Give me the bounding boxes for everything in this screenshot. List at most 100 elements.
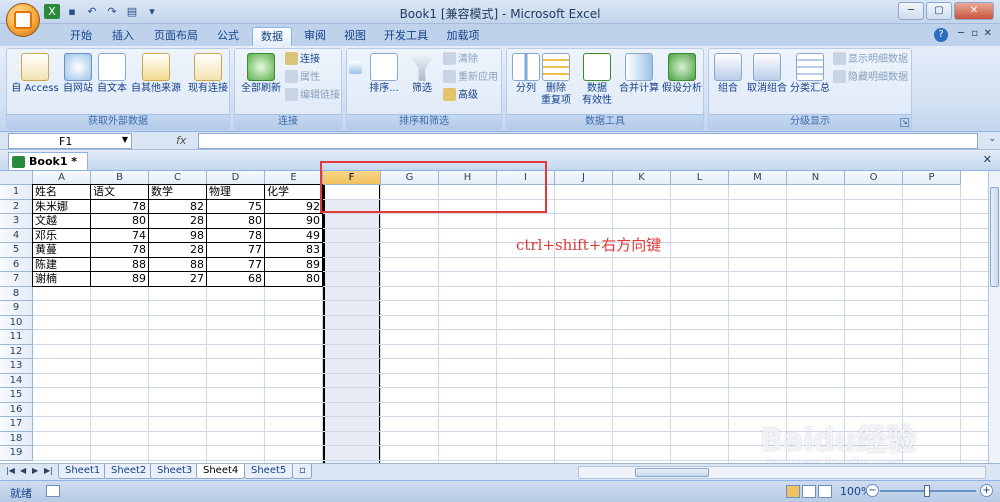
sort-button[interactable]: 排序... [369,53,399,95]
clear-filter-button[interactable]: 清除 [443,52,478,68]
help-icon[interactable]: ? [934,28,948,42]
row-header-1[interactable]: 1 [0,185,33,200]
row-header-18[interactable]: 18 [0,431,33,446]
subtotal-button[interactable]: 分类汇总 [789,53,831,95]
sheet-tab-2[interactable]: Sheet2 [104,464,154,479]
connections-button[interactable]: 连接 [285,52,320,68]
next-sheet-icon[interactable]: ▶ [32,466,38,475]
normal-view-icon[interactable] [786,485,800,498]
from-other-sources-button[interactable]: 自其他来源 [129,53,183,95]
remove-duplicates-button[interactable]: 删除 重复项 [541,53,571,107]
row-header-3[interactable]: 3 [0,214,33,229]
row-header-19[interactable]: 19 [0,446,33,461]
column-header-j[interactable]: J [555,171,613,185]
properties-button[interactable]: 属性 [285,70,320,86]
formula-input[interactable] [198,133,978,149]
vertical-scroll-thumb[interactable] [990,187,999,287]
consolidate-button[interactable]: 合并计算 [617,53,661,95]
data-validation-button[interactable]: 数据 有效性 [577,53,617,107]
existing-connections-button[interactable]: 现有连接 [187,53,229,95]
reapply-button[interactable]: 重新应用 [443,70,498,86]
sheet-tab-4[interactable]: Sheet4 [196,464,246,479]
zoom-slider-knob[interactable] [924,485,930,497]
formula-expand-icon[interactable]: ⌄ [988,134,996,144]
outline-dialog-launcher-icon[interactable]: ↘ [900,118,909,127]
insert-function-icon[interactable]: fx [176,134,186,147]
column-header-a[interactable]: A [33,171,91,185]
vertical-scrollbar[interactable] [988,171,1000,463]
what-if-analysis-button[interactable]: 假设分析 [661,53,703,95]
insert-sheet-icon[interactable]: ▫ [292,464,312,479]
from-web-button[interactable]: 自网站 [61,53,95,95]
sort-ascending-button[interactable] [349,61,364,77]
workbook-close-icon[interactable]: ✕ [983,153,992,166]
tab-insert[interactable]: 插入 [106,27,140,46]
edit-links-button[interactable]: 编辑链接 [285,88,340,104]
sheet-tab-5[interactable]: Sheet5 [244,464,294,479]
select-all-corner[interactable] [0,171,33,185]
column-header-l[interactable]: L [671,171,729,185]
row-header-4[interactable]: 4 [0,228,33,243]
row-header-9[interactable]: 9 [0,301,33,316]
zoom-in-icon[interactable]: + [980,484,993,497]
sheet-tab-1[interactable]: Sheet1 [58,464,108,479]
row-header-11[interactable]: 11 [0,330,33,345]
tab-addins[interactable]: 加载项 [440,27,486,46]
column-header-m[interactable]: M [729,171,787,185]
row-header-17[interactable]: 17 [0,417,33,432]
refresh-all-button[interactable]: 全部刷新 [237,53,285,95]
zoom-out-icon[interactable]: − [866,484,879,497]
maximize-button[interactable]: ▢ [926,2,952,20]
tab-page-layout[interactable]: 页面布局 [148,27,204,46]
macro-record-icon[interactable] [46,485,60,497]
row-header-15[interactable]: 15 [0,388,33,403]
hide-detail-button[interactable]: 隐藏明细数据 [833,70,908,86]
zoom-slider[interactable] [880,485,976,497]
row-header-8[interactable]: 8 [0,286,33,301]
ribbon-minimize-icon[interactable]: ─ [958,28,964,39]
show-detail-button[interactable]: 显示明细数据 [833,52,908,68]
close-button[interactable]: ✕ [954,2,994,20]
column-header-d[interactable]: D [207,171,265,185]
tab-data[interactable]: 数据 [252,27,292,46]
tab-view[interactable]: 视图 [338,27,372,46]
group-button[interactable]: 组合 [713,53,743,95]
page-break-view-icon[interactable] [818,485,832,498]
horizontal-scroll-thumb[interactable] [635,468,709,477]
from-access-button[interactable]: 自 Access [11,53,59,95]
ungroup-button[interactable]: 取消组合 [745,53,789,95]
column-header-e[interactable]: E [265,171,323,185]
row-header-13[interactable]: 13 [0,359,33,374]
row-header-10[interactable]: 10 [0,315,33,330]
row-header-6[interactable]: 6 [0,257,33,272]
column-header-k[interactable]: K [613,171,671,185]
horizontal-scrollbar[interactable] [578,466,986,479]
tab-formulas[interactable]: 公式 [210,27,246,46]
tab-developer[interactable]: 开发工具 [380,27,432,46]
minimize-button[interactable]: ─ [898,2,924,20]
tab-review[interactable]: 审阅 [298,27,332,46]
column-header-c[interactable]: C [149,171,207,185]
office-button[interactable] [6,3,40,37]
column-header-b[interactable]: B [91,171,149,185]
advanced-filter-button[interactable]: 高级 [443,88,478,104]
filter-button[interactable]: 筛选 [407,53,437,95]
ribbon-restore-icon[interactable]: ▫ [971,28,978,39]
column-header-p[interactable]: P [903,171,961,185]
from-text-button[interactable]: 自文本 [95,53,129,95]
text-to-columns-button[interactable]: 分列 [511,53,541,95]
row-header-2[interactable]: 2 [0,199,33,214]
workbook-tab[interactable]: Book1 * [8,152,89,170]
page-layout-view-icon[interactable] [802,485,816,498]
row-header-14[interactable]: 14 [0,373,33,388]
column-header-n[interactable]: N [787,171,845,185]
sheet-tab-3[interactable]: Sheet3 [150,464,200,479]
column-header-o[interactable]: O [845,171,903,185]
name-box-dropdown-icon[interactable]: ▼ [122,135,128,144]
last-sheet-icon[interactable]: ▶| [44,466,53,475]
row-header-5[interactable]: 5 [0,243,33,258]
name-box[interactable]: F1 ▼ [8,133,132,149]
tab-home[interactable]: 开始 [62,27,100,46]
row-header-16[interactable]: 16 [0,402,33,417]
first-sheet-icon[interactable]: |◀ [6,466,15,475]
